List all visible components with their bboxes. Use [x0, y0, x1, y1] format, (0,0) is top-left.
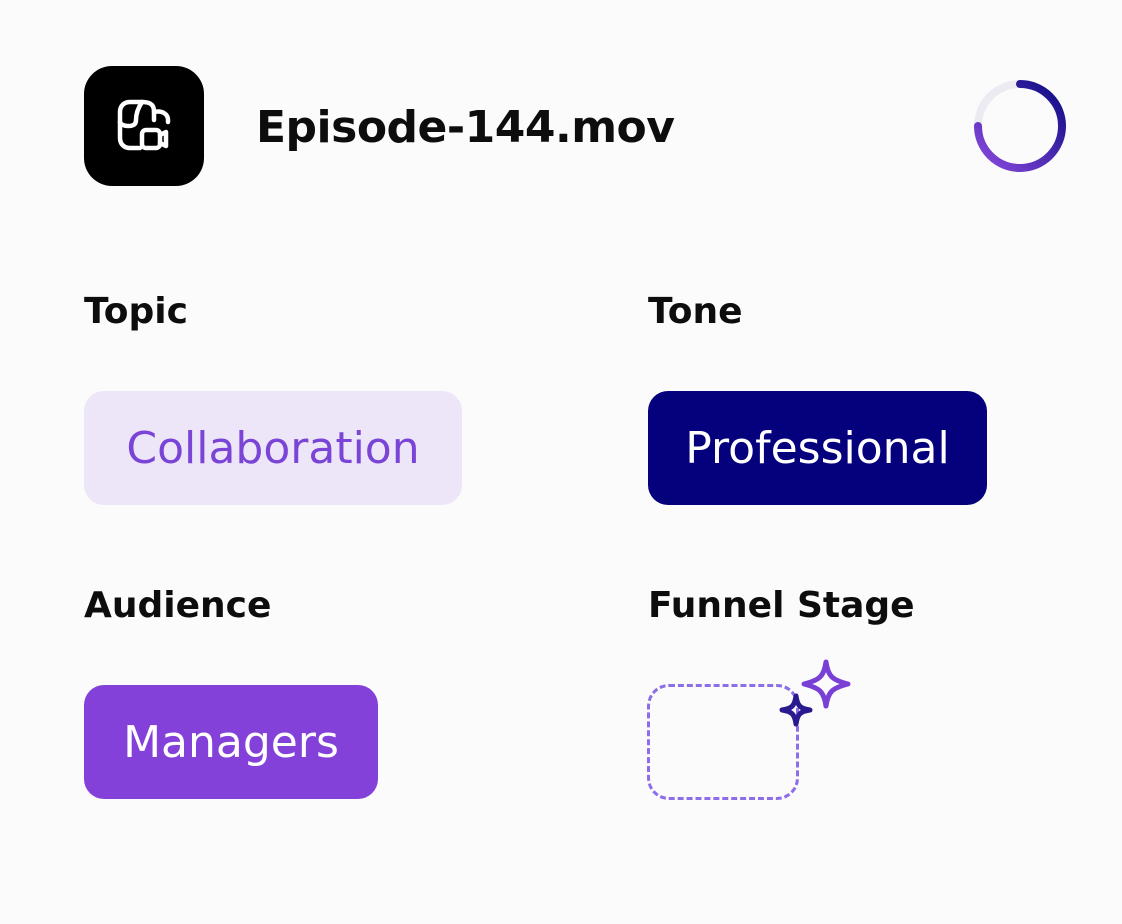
topic-tag[interactable]: Collaboration — [84, 391, 462, 505]
funnel-stage-label: Funnel Stage — [648, 585, 915, 626]
audience-label: Audience — [84, 585, 272, 626]
topic-label: Topic — [84, 291, 188, 332]
audience-tag[interactable]: Managers — [84, 685, 378, 799]
tone-label: Tone — [648, 291, 743, 332]
sparkles-icon — [770, 654, 860, 744]
progress-ring-icon — [968, 76, 1072, 180]
file-name: Episode-144.mov — [256, 102, 675, 153]
tone-tag[interactable]: Professional — [648, 391, 987, 505]
video-file-icon — [84, 66, 204, 186]
